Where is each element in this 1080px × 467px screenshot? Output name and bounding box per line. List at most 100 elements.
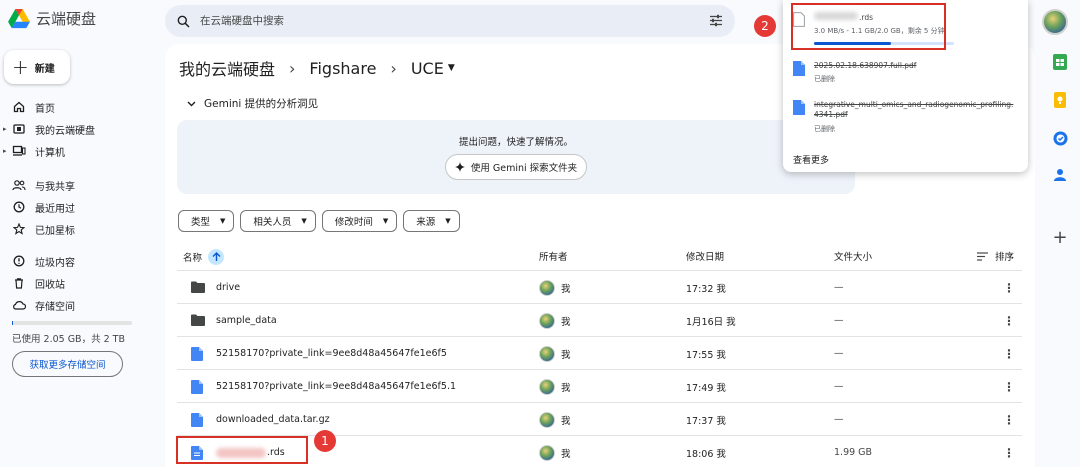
sort-options-button[interactable]: 排序: [977, 249, 1014, 263]
more-options-icon[interactable]: ⋮: [1003, 403, 1015, 436]
annotation-box-1: [176, 436, 308, 464]
filter-type[interactable]: 类型 ▼: [178, 210, 235, 232]
column-header-modified[interactable]: 修改日期: [686, 249, 724, 263]
download-file-name: 2025.02.18.638907.full.pdf: [814, 61, 917, 70]
file-icon: [793, 61, 805, 76]
sidebar-item-spam[interactable]: 垃圾内容: [0, 252, 75, 270]
search-input[interactable]: [200, 15, 680, 27]
file-icon: [191, 379, 205, 394]
breadcrumb-my-drive[interactable]: 我的云端硬盘: [179, 56, 275, 80]
storage-bar-fill: [12, 321, 14, 325]
caret-right-icon[interactable]: ▸: [3, 125, 7, 133]
caret-down-icon: ▼: [220, 217, 226, 225]
sidebar-item-computers[interactable]: ▸ 计算机: [0, 142, 65, 160]
owner-name: 我: [561, 316, 571, 328]
filter-label: 相关人员: [253, 217, 292, 228]
tasks-icon[interactable]: [1052, 130, 1068, 146]
download-status: 已删除: [814, 75, 835, 83]
drive-icon: [12, 122, 26, 136]
chevron-down-icon: [187, 101, 196, 106]
owner-name: 我: [561, 448, 571, 460]
storage-bar: [12, 321, 132, 325]
breadcrumb: 我的云端硬盘 › Figshare › UCE ▼: [179, 56, 455, 80]
caret-down-icon: ▼: [445, 217, 451, 225]
breadcrumb-figshare[interactable]: Figshare: [309, 59, 376, 78]
drive-logo[interactable]: 云端硬盘: [8, 8, 96, 29]
download-item-deleted[interactable]: integrative_multi_omics_and_radiogenomic…: [793, 100, 1015, 134]
file-name: 52158170?private_link=9ee8d48a45647fe1e6…: [216, 381, 457, 392]
owner-name: 我: [561, 283, 571, 295]
filter-label: 修改时间: [334, 217, 373, 228]
gemini-explore-button[interactable]: 使用 Gemini 探索文件夹: [445, 154, 587, 180]
keep-icon[interactable]: [1052, 92, 1068, 108]
sidebar-item-storage[interactable]: 存储空间: [0, 296, 75, 314]
avatar: [539, 378, 555, 395]
column-header-owner[interactable]: 所有者: [539, 249, 568, 263]
filter-people[interactable]: 相关人员 ▼: [240, 210, 316, 232]
modified-date: 1月16日 我: [686, 316, 736, 328]
sidebar-item-shared[interactable]: 与我共享: [0, 176, 75, 194]
breadcrumb-current-folder[interactable]: UCE: [411, 59, 444, 78]
modified-date: 17:55 我: [686, 349, 726, 361]
sidebar-item-label: 已加星标: [35, 225, 75, 237]
caret-down-icon: ▼: [301, 217, 307, 225]
more-options-icon[interactable]: ⋮: [1003, 304, 1015, 337]
modified-date: 17:37 我: [686, 415, 726, 427]
file-name: drive: [216, 282, 241, 293]
file-name: 52158170?private_link=9ee8d48a45647fe1e6…: [216, 348, 447, 359]
sheets-icon[interactable]: [1052, 54, 1068, 70]
spam-icon: [12, 254, 26, 268]
sidebar: 云端硬盘 + 新建 首页 ▸ 我的云端硬盘 ▸ 计算机 与我共享 最近用过 已加…: [0, 0, 165, 467]
avatar: [539, 345, 555, 362]
table-row[interactable]: 52158170?private_link=9ee8d48a45647fe1e6…: [177, 370, 1022, 403]
contacts-icon[interactable]: [1052, 167, 1068, 183]
sort-label: 排序: [995, 252, 1015, 263]
owner-name: 我: [561, 349, 571, 361]
sidebar-item-starred[interactable]: 已加星标: [0, 220, 75, 238]
more-options-icon[interactable]: ⋮: [1003, 436, 1015, 467]
account-avatar[interactable]: [1042, 9, 1068, 35]
more-options-icon[interactable]: ⋮: [1003, 337, 1015, 370]
get-more-storage-button[interactable]: 获取更多存储空间: [12, 351, 123, 377]
gemini-insights-toggle[interactable]: Gemini 提供的分析洞见: [187, 96, 318, 111]
file-size: —: [834, 414, 844, 425]
file-name: sample_data: [216, 315, 277, 326]
folder-icon: [191, 281, 205, 295]
search-bar[interactable]: [165, 5, 735, 37]
sidebar-item-recent[interactable]: 最近用过: [0, 198, 75, 216]
more-options-icon[interactable]: ⋮: [1003, 271, 1015, 304]
column-header-name[interactable]: 名称: [183, 249, 225, 265]
sidebar-item-trash[interactable]: 回收站: [0, 274, 65, 292]
modified-date: 17:32 我: [686, 283, 726, 295]
sort-ascending-icon[interactable]: [208, 249, 225, 265]
drive-logo-icon: [8, 8, 30, 28]
new-button[interactable]: + 新建: [4, 50, 70, 84]
sidebar-item-home[interactable]: 首页: [0, 98, 55, 116]
sidebar-item-label: 首页: [35, 103, 55, 115]
table-row[interactable]: sample_data 我 1月16日 我 — ⋮: [177, 304, 1022, 337]
caret-right-icon[interactable]: ▸: [3, 147, 7, 155]
chevron-right-icon: ›: [289, 58, 296, 78]
caret-down-icon[interactable]: ▼: [448, 63, 455, 73]
table-row[interactable]: drive 我 17:32 我 — ⋮: [177, 271, 1022, 304]
add-addon-icon[interactable]: +: [1052, 227, 1068, 248]
sort-lines-icon: [977, 251, 988, 261]
file-icon: [793, 100, 805, 115]
modified-date: 17:49 我: [686, 382, 726, 394]
file-size: —: [834, 381, 844, 392]
download-item-deleted[interactable]: 2025.02.18.638907.full.pdf 已删除: [793, 61, 916, 84]
see-more-downloads-link[interactable]: 查看更多: [793, 153, 829, 166]
sidebar-item-my-drive[interactable]: ▸ 我的云端硬盘: [0, 120, 95, 138]
table-row[interactable]: 52158170?private_link=9ee8d48a45647fe1e6…: [177, 337, 1022, 370]
search-icon[interactable]: [177, 15, 190, 28]
filter-source[interactable]: 来源 ▼: [403, 210, 460, 232]
table-row[interactable]: downloaded_data.tar.gz 我 17:37 我 — ⋮: [177, 403, 1022, 436]
more-options-icon[interactable]: ⋮: [1003, 370, 1015, 403]
column-header-size[interactable]: 文件大小: [834, 249, 872, 263]
owner-name: 我: [561, 415, 571, 427]
filter-modified[interactable]: 修改时间 ▼: [321, 210, 398, 232]
gemini-sparkle-icon: [454, 162, 465, 172]
home-icon: [12, 100, 26, 114]
filter-label: 类型: [191, 217, 211, 228]
search-options-icon[interactable]: [709, 14, 723, 27]
